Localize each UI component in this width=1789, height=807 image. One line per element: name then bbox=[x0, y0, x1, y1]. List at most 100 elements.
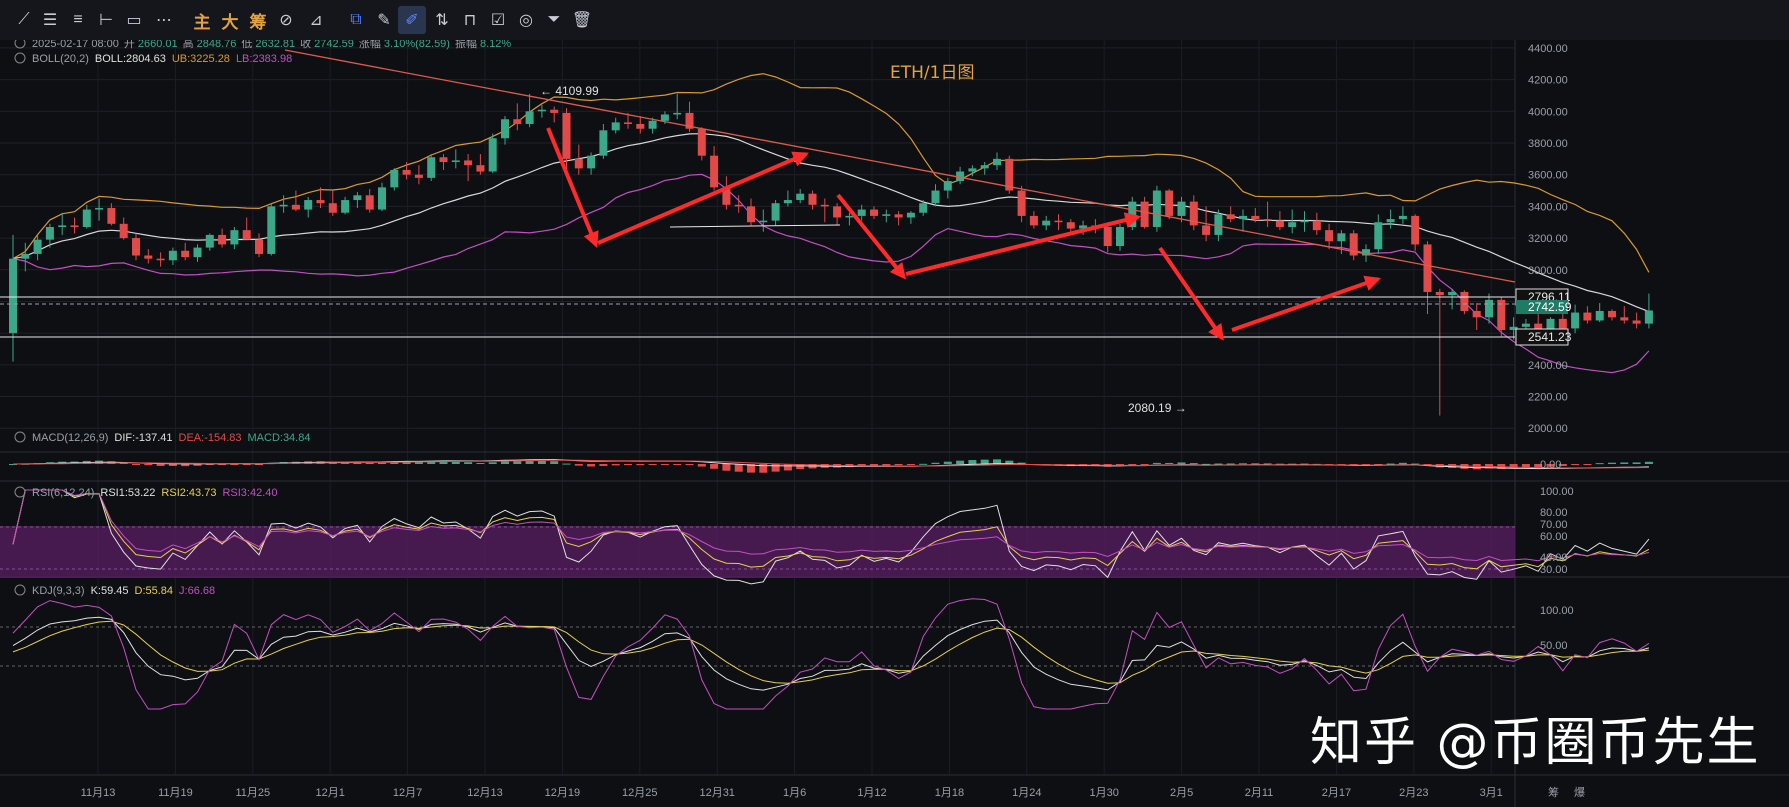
candlestick-chart[interactable]: 4400.00 4200.00 4000.00 3800.00 3600.00 3400.… bbox=[0, 40, 1789, 807]
macd-bar bbox=[525, 460, 534, 464]
candle-body bbox=[587, 155, 596, 169]
candle-body bbox=[1116, 226, 1124, 246]
candle-body bbox=[980, 165, 989, 169]
candle-body bbox=[1460, 291, 1469, 311]
rectangle-tool-icon[interactable]: ▭ bbox=[120, 6, 148, 34]
macd-bar bbox=[722, 464, 731, 471]
copy-icon[interactable]: ⧉ bbox=[342, 6, 370, 34]
candle-body bbox=[365, 195, 374, 210]
macd-bar bbox=[734, 464, 743, 472]
ruler-icon[interactable]: ✎ bbox=[370, 6, 398, 34]
macd-bar bbox=[144, 464, 153, 466]
x-tick-label: 12月13 bbox=[467, 787, 502, 799]
more-tools-icon[interactable]: ⋯ bbox=[150, 6, 178, 34]
macd-bar bbox=[636, 464, 645, 466]
compare-icon[interactable]: ⇅ bbox=[428, 6, 456, 34]
candle-body bbox=[58, 225, 67, 227]
candle-body bbox=[156, 258, 165, 261]
macd-bar bbox=[1608, 462, 1616, 464]
brush-icon[interactable]: ✐ bbox=[398, 6, 426, 34]
filter-icon[interactable]: ⏷ bbox=[540, 6, 568, 34]
macd-bar bbox=[550, 461, 559, 464]
macd-bar bbox=[464, 462, 473, 464]
candle-body bbox=[95, 207, 104, 210]
candle-body bbox=[870, 209, 878, 216]
boll-legend: BOLL(20,2) BOLL:2804.63 UB:3225.28 LB:2383.… bbox=[14, 52, 292, 65]
candle-body bbox=[759, 220, 768, 223]
candle-body bbox=[1177, 201, 1186, 216]
lock-icon[interactable]: ⊓ bbox=[456, 6, 484, 34]
big-order-button[interactable]: 大 bbox=[216, 6, 244, 34]
x-tick-label: 12月1 bbox=[316, 787, 345, 799]
candle-body bbox=[611, 122, 620, 131]
x-tick-label: 2月23 bbox=[1399, 787, 1428, 799]
x-tick-label: 11月25 bbox=[235, 787, 270, 799]
hide-icon[interactable]: ◎ bbox=[512, 6, 540, 34]
svg-text:30.00: 30.00 bbox=[1540, 564, 1568, 576]
candle-body bbox=[1054, 220, 1063, 223]
macd-bar bbox=[1632, 462, 1641, 464]
candle-body bbox=[783, 200, 792, 204]
candle-body bbox=[660, 114, 669, 121]
macd-bar bbox=[624, 464, 632, 466]
candle-body bbox=[501, 119, 509, 139]
macd-bar bbox=[1214, 463, 1223, 465]
candle-body bbox=[1325, 230, 1334, 242]
low-annotation: 2080.19 → bbox=[1128, 401, 1187, 415]
main-chart-button[interactable]: 主 bbox=[188, 6, 216, 34]
candle-body bbox=[906, 212, 915, 218]
candle-body bbox=[328, 203, 337, 213]
candle-body bbox=[21, 253, 30, 259]
macd-bar bbox=[882, 464, 891, 466]
price-tick-label: 3600.00 bbox=[1528, 170, 1568, 182]
candle-body bbox=[624, 122, 632, 124]
macd-bar bbox=[906, 464, 915, 465]
candle-body bbox=[427, 157, 436, 178]
current-price-tag: 2742.59 bbox=[1528, 300, 1572, 314]
price-tick-label: 3800.00 bbox=[1528, 138, 1568, 150]
macd-bar bbox=[1595, 463, 1604, 465]
candle-body bbox=[242, 230, 251, 240]
candle-body bbox=[747, 206, 755, 223]
macd-bar bbox=[673, 464, 682, 465]
candle-body bbox=[574, 158, 583, 169]
candle-body bbox=[1423, 244, 1432, 292]
horizontal-ray-tool-icon[interactable]: ⊢ bbox=[92, 6, 120, 34]
candle-body bbox=[513, 119, 522, 124]
trend-line-tool-icon[interactable]: ⟋ bbox=[10, 6, 38, 34]
svg-text:70.00: 70.00 bbox=[1540, 519, 1568, 531]
candle-body bbox=[1386, 219, 1395, 223]
x-tick-label: 2月17 bbox=[1322, 787, 1351, 799]
candle-body bbox=[205, 234, 214, 248]
candle-body bbox=[1239, 215, 1247, 220]
x-tick-label: 1月18 bbox=[935, 787, 964, 799]
chip-distribution-button[interactable]: 筹 bbox=[244, 6, 272, 34]
price-tick-label: 3000.00 bbox=[1528, 265, 1568, 277]
macd-bar bbox=[1386, 463, 1395, 465]
horizontal-lines-tool-icon[interactable]: ≡ bbox=[64, 6, 92, 34]
candle-body bbox=[599, 130, 608, 156]
candle-body bbox=[1521, 323, 1530, 327]
parallel-channel-tool-icon[interactable]: ☰ bbox=[36, 6, 64, 34]
macd-bar bbox=[1189, 463, 1198, 465]
candle-body bbox=[279, 204, 288, 207]
measure-icon[interactable]: ⊿ bbox=[302, 6, 330, 34]
svg-text:100.00: 100.00 bbox=[1540, 486, 1574, 498]
note-icon[interactable]: ☑ bbox=[484, 6, 512, 34]
magnet-icon[interactable]: ⊘ bbox=[272, 6, 300, 34]
candle-body bbox=[304, 200, 313, 210]
candle-body bbox=[451, 160, 460, 163]
x-tail-label: 爆 bbox=[1574, 785, 1585, 799]
x-tick-label: 12月31 bbox=[699, 787, 734, 799]
macd-bar bbox=[132, 464, 140, 465]
candle-body bbox=[230, 230, 239, 245]
candle-body bbox=[537, 109, 546, 112]
trash-icon[interactable]: 🗑 bbox=[568, 6, 596, 34]
candle-body bbox=[1608, 310, 1616, 318]
watermark: 知乎 @币圈币先生 bbox=[1310, 713, 1761, 773]
x-tick-label: 11月13 bbox=[81, 787, 116, 799]
macd-bar bbox=[574, 464, 583, 466]
svg-text:50.00: 50.00 bbox=[1540, 640, 1568, 652]
macd-bar bbox=[894, 464, 903, 466]
candle-body bbox=[82, 209, 91, 227]
